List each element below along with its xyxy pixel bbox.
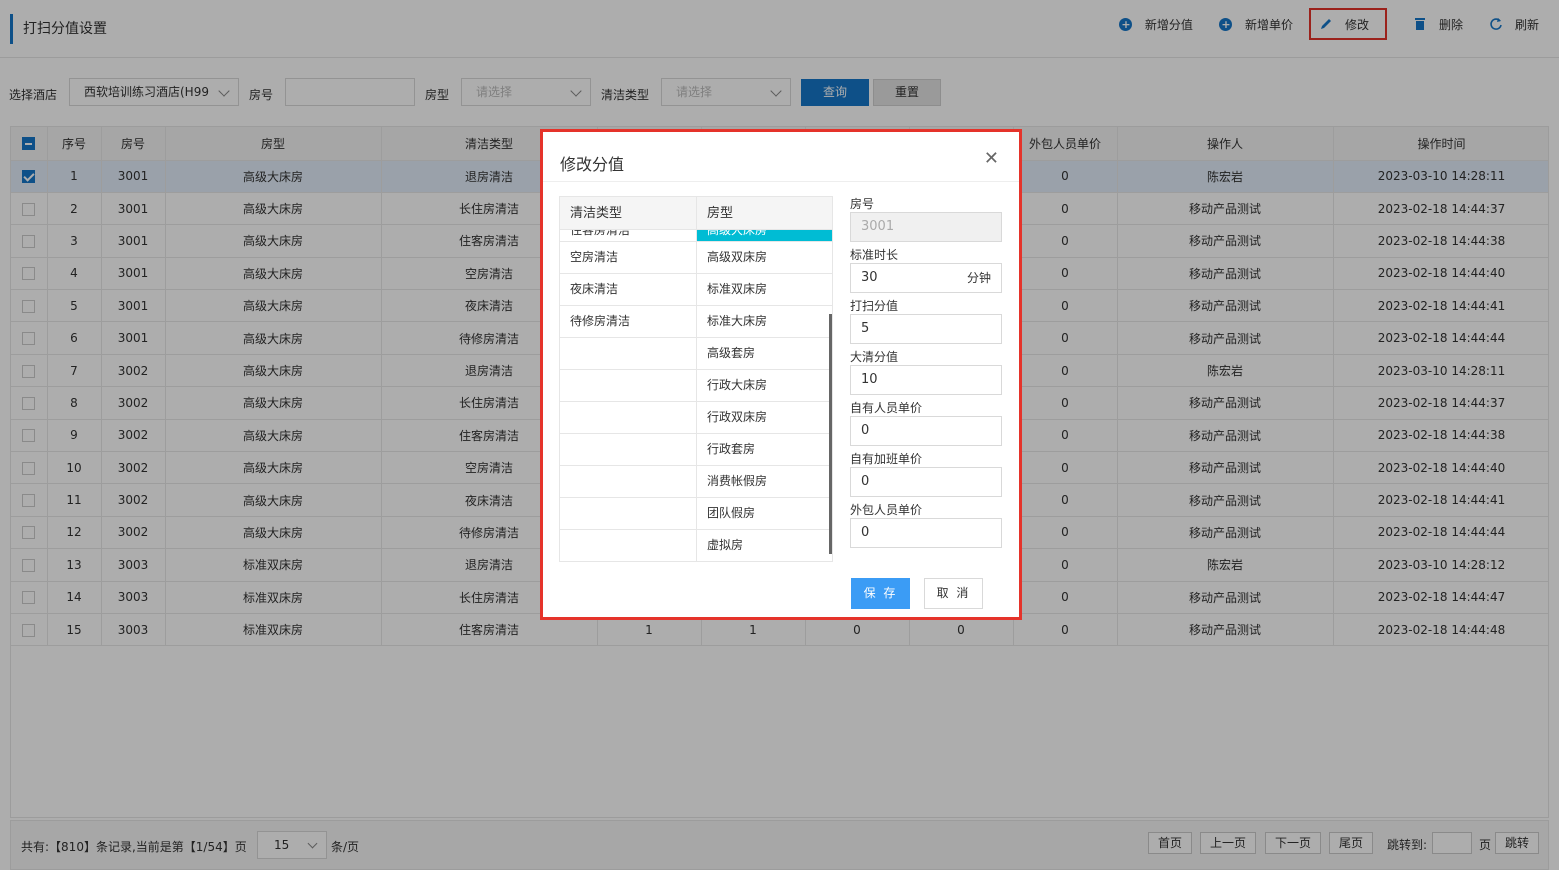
list-scrollbar[interactable]: [829, 314, 832, 554]
cleantype-roomtype-list: 清洁类型 房型 住客房清洁 高级大床房 空房清洁 高级双床房 夜床清洁 标准双床房 待修…: [559, 196, 833, 562]
outsource-price-field[interactable]: 0: [850, 518, 1002, 548]
standard-duration-field[interactable]: 30 分钟: [850, 263, 1002, 293]
list-item[interactable]: 待修房清洁 标准大床房: [560, 306, 832, 338]
room-number-field: 3001: [850, 212, 1002, 242]
cancel-button[interactable]: 取 消: [924, 578, 983, 609]
list-item[interactable]: 行政大床房: [560, 370, 832, 402]
list-item[interactable]: 夜床清洁 标准双床房: [560, 274, 832, 306]
score-form: 房号 3001 标准时长 30 分钟 打扫分值 5 大清分值 10 自有人员单价…: [850, 196, 1002, 553]
close-icon[interactable]: ✕: [984, 148, 999, 169]
dialog-title: 修改分值: [560, 155, 625, 174]
own-staff-price-field[interactable]: 0: [850, 416, 1002, 446]
list-item[interactable]: 消费帐假房: [560, 466, 832, 498]
save-button[interactable]: 保 存: [851, 578, 910, 609]
list-item[interactable]: 行政双床房: [560, 402, 832, 434]
deep-clean-score-field[interactable]: 10: [850, 365, 1002, 395]
clean-score-field[interactable]: 5: [850, 314, 1002, 344]
list-item[interactable]: 高级套房: [560, 338, 832, 370]
list-item[interactable]: 团队假房: [560, 498, 832, 530]
own-overtime-price-field[interactable]: 0: [850, 467, 1002, 497]
list-item[interactable]: 虚拟房: [560, 530, 832, 561]
list-item[interactable]: 空房清洁 高级双床房: [560, 242, 832, 274]
list-item[interactable]: 行政套房: [560, 434, 832, 466]
edit-score-dialog: 修改分值 ✕ 清洁类型 房型 住客房清洁 高级大床房 空房清洁 高级双床房 夜床清洁…: [540, 129, 1022, 620]
list-item[interactable]: 住客房清洁 高级大床房: [560, 230, 832, 242]
dialog-header: 修改分值 ✕: [543, 132, 1019, 182]
list-header: 清洁类型 房型: [560, 197, 832, 230]
